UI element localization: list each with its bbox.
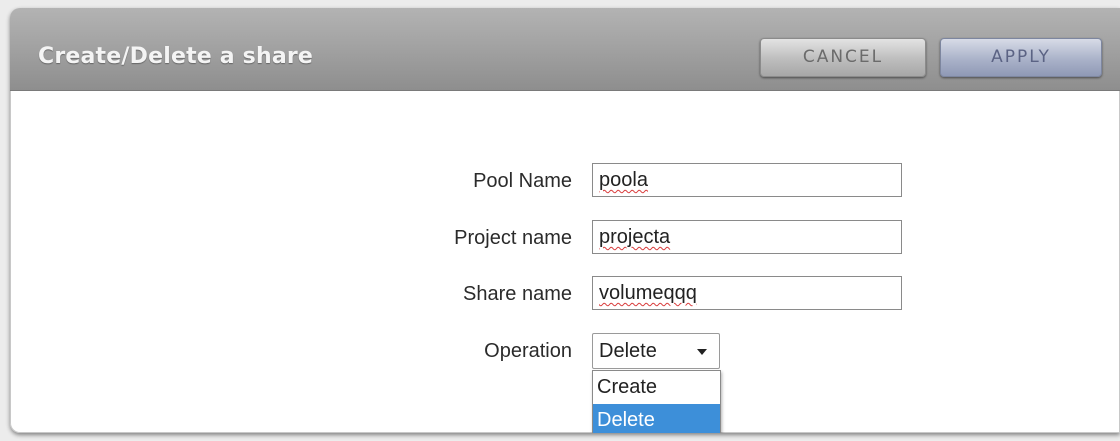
- pool-name-field[interactable]: poola: [592, 163, 902, 197]
- create-delete-share-dialog: Create/Delete a share CANCEL APPLY Pool …: [10, 8, 1120, 433]
- share-name-row: Share name volumeqqq: [10, 276, 1120, 312]
- cancel-button[interactable]: CANCEL: [760, 38, 926, 77]
- share-name-label: Share name: [463, 283, 572, 305]
- share-name-field[interactable]: volumeqqq: [592, 276, 902, 310]
- operation-selected-value: Delete: [599, 340, 657, 362]
- operation-option-create[interactable]: Create: [593, 371, 720, 404]
- pool-name-row: Pool Name poola: [10, 163, 1120, 199]
- project-name-value: projecta: [599, 226, 671, 248]
- operation-row: Operation Delete: [10, 333, 1120, 369]
- project-name-field[interactable]: projecta: [592, 220, 902, 254]
- operation-option-delete[interactable]: Delete: [593, 404, 720, 433]
- operation-label: Operation: [484, 340, 572, 362]
- apply-button[interactable]: APPLY: [940, 38, 1102, 77]
- pool-name-value: poola: [599, 169, 648, 191]
- dialog-title: Create/Delete a share: [38, 44, 314, 69]
- caret-down-icon: [697, 349, 707, 355]
- page: Create/Delete a share CANCEL APPLY Pool …: [0, 0, 1120, 441]
- dialog-titlebar: Create/Delete a share CANCEL APPLY: [10, 8, 1120, 91]
- project-name-row: Project name projecta: [10, 220, 1120, 256]
- share-name-value: volumeqqq: [599, 282, 697, 304]
- operation-dropdown-list: Create Delete: [592, 370, 721, 433]
- project-name-label: Project name: [454, 227, 572, 249]
- pool-name-label: Pool Name: [473, 170, 572, 192]
- operation-select[interactable]: Delete: [592, 333, 720, 369]
